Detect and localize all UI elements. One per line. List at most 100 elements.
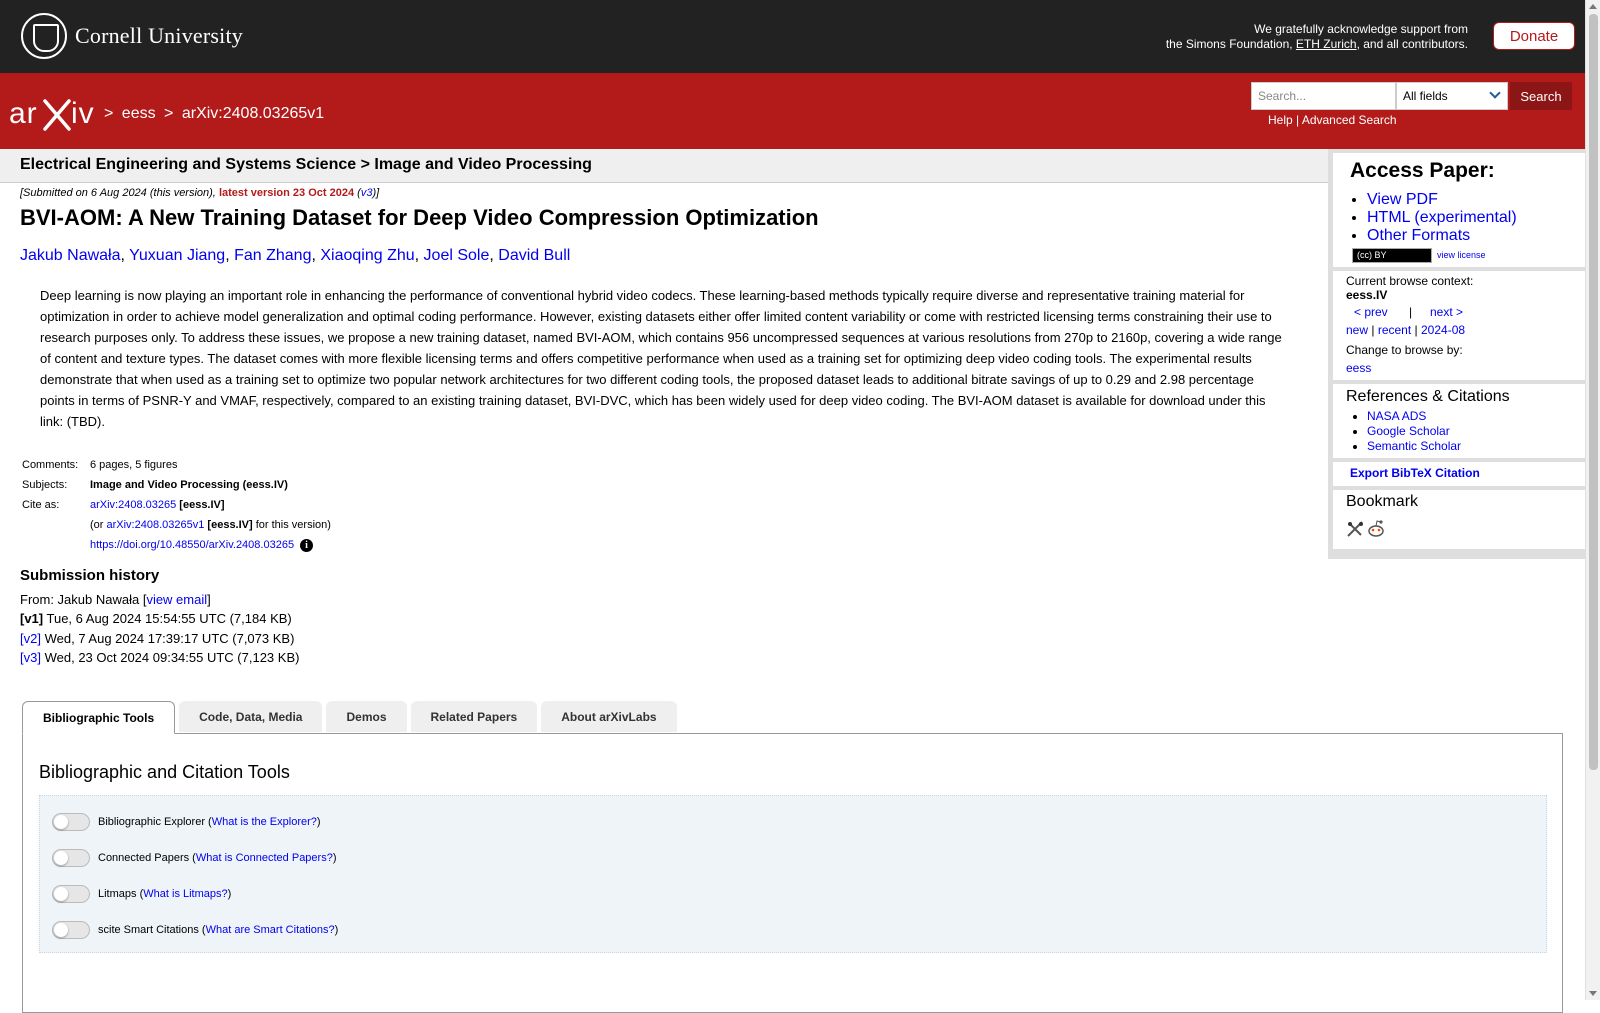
browse-context-label: Current browse context: (1346, 274, 1474, 288)
access-paper-heading: Access Paper: (1350, 159, 1495, 182)
access-link-item: View PDF (1367, 191, 1517, 209)
search-field-select[interactable]: All fields (1396, 82, 1508, 110)
version-date: Wed, 23 Oct 2024 09:34:55 UTC (7,123 KB) (44, 650, 300, 665)
v3-link[interactable]: v3 (361, 187, 373, 199)
cc-license-badge[interactable]: (cc) BY (1352, 248, 1432, 263)
search-links: Help | Advanced Search (1268, 113, 1397, 127)
arxiv-logo-icon[interactable]: ar iv (9, 93, 101, 135)
breadcrumb-category[interactable]: eess (122, 105, 156, 122)
tab-bibliographic-tools[interactable]: Bibliographic Tools (22, 701, 176, 734)
version-link[interactable]: [v3] (20, 650, 41, 665)
advanced-search-link[interactable]: Advanced Search (1302, 113, 1397, 127)
export-box: Export BibTeX Citation (1333, 462, 1585, 486)
toggle-switch[interactable] (52, 813, 90, 831)
tool-info-link[interactable]: What is Litmaps? (143, 888, 227, 900)
view-email-link[interactable]: view email (146, 592, 207, 607)
links-separator: | (1292, 113, 1302, 127)
search-field-selected: All fields (1403, 89, 1448, 103)
prev-link[interactable]: < prev (1354, 305, 1388, 319)
tab-code-data-media[interactable]: Code, Data, Media (179, 701, 323, 732)
author-link[interactable]: David Bull (498, 247, 570, 264)
submitter-line: From: Jakub Nawała [view email] (20, 590, 299, 610)
month-link[interactable]: 2024-08 (1421, 323, 1465, 337)
cite-version-value: (or arXiv:2408.03265v1 [eess.IV] for thi… (88, 515, 333, 535)
new-link[interactable]: new (1346, 323, 1368, 337)
scroll-down-icon[interactable] (1589, 991, 1597, 996)
cite-label: Cite as: (22, 499, 60, 511)
comments-value: 6 pages, 5 figures (90, 459, 178, 471)
latest-version: latest version 23 Oct 2024 (218, 187, 355, 199)
labs-tabs: Bibliographic Tools Code, Data, Media De… (22, 701, 677, 734)
metadata-table: Comments: 6 pages, 5 figures Subjects: I… (20, 455, 333, 555)
cite-link[interactable]: arXiv:2408.03265 (90, 499, 176, 511)
version-label: [v1] (20, 611, 44, 626)
tool-row: Bibliographic Explorer (What is the Expl… (52, 812, 321, 832)
html-link[interactable]: HTML (experimental) (1367, 209, 1517, 226)
toggle-switch[interactable] (52, 921, 90, 939)
info-icon[interactable]: i (300, 539, 314, 552)
breadcrumb-separator: > (164, 105, 174, 122)
empty-cell (20, 515, 88, 535)
tab-about-arxivlabs[interactable]: About arXivLabs (541, 701, 677, 732)
view-pdf-link[interactable]: View PDF (1367, 191, 1438, 208)
reddit-icon[interactable] (1366, 519, 1386, 539)
next-link[interactable]: next > (1430, 305, 1463, 319)
recent-link[interactable]: recent (1378, 323, 1411, 337)
export-bibtex-link[interactable]: Export BibTeX Citation (1350, 466, 1480, 480)
author-link[interactable]: Jakub Nawała (20, 247, 121, 264)
tool-info-link[interactable]: What is Connected Papers? (196, 852, 333, 864)
browse-context-value: eess.IV (1346, 288, 1388, 302)
other-formats-link[interactable]: Other Formats (1367, 227, 1470, 244)
bibsonomy-icon[interactable] (1346, 520, 1366, 538)
version-date: Wed, 7 Aug 2024 17:39:17 UTC (7,073 KB) (44, 630, 295, 646)
submitter-text: From: Jakub Nawała [ (20, 591, 147, 607)
scroll-thumb[interactable] (1589, 14, 1598, 770)
tool-row: Litmaps (What is Litmaps?) (52, 884, 231, 904)
doi-link[interactable]: https://doi.org/10.48550/arXiv.2408.0326… (90, 539, 294, 551)
version-row: [v2] Wed, 7 Aug 2024 17:39:17 UTC (7,073… (20, 629, 299, 649)
cite-row: Cite as: arXiv:2408.03265 [eess.IV] (20, 495, 333, 515)
semantic-scholar-link[interactable]: Semantic Scholar (1367, 439, 1461, 453)
toggle-switch[interactable] (52, 885, 90, 903)
nasa-ads-link[interactable]: NASA ADS (1367, 409, 1426, 423)
tool-info-link[interactable]: What are Smart Citations? (206, 924, 335, 936)
toggle-switch[interactable] (52, 849, 90, 867)
author-link[interactable]: Xiaoqing Zhu (320, 247, 414, 264)
scroll-up-icon[interactable] (1589, 4, 1597, 9)
version-link[interactable]: [v2] (20, 631, 41, 646)
search-input[interactable]: Search... (1251, 82, 1396, 110)
author-link[interactable]: Fan Zhang (234, 247, 311, 264)
tab-related-papers[interactable]: Related Papers (410, 701, 538, 732)
nav-separator: | (1414, 323, 1418, 337)
author-link[interactable]: Joel Sole (424, 247, 490, 264)
doi-row: https://doi.org/10.48550/arXiv.2408.0326… (20, 535, 333, 555)
support-line-2: the Simons Foundation, ETH Zurich, and a… (1166, 37, 1468, 52)
cite-v1-link[interactable]: arXiv:2408.03265v1 (107, 519, 205, 531)
subjects-value: Image and Video Processing (eess.IV) (88, 475, 333, 495)
tab-demos[interactable]: Demos (326, 701, 407, 732)
change-browse-label: Change to browse by: (1346, 343, 1463, 357)
donate-button[interactable]: Donate (1493, 22, 1575, 50)
version-row: [v3] Wed, 23 Oct 2024 09:34:55 UTC (7,12… (20, 648, 299, 668)
references-links: NASA ADS Google Scholar Semantic Scholar (1333, 409, 1461, 454)
cornell-logo[interactable]: Cornell University (21, 13, 243, 59)
submission-dates: [Submitted on 6 Aug 2024 (this version),… (20, 187, 379, 199)
search-button[interactable]: Search (1510, 82, 1572, 110)
nav-separator: | (1371, 323, 1375, 337)
tools-list: Bibliographic Explorer (What is the Expl… (39, 795, 1547, 953)
author-link[interactable]: Yuxuan Jiang (129, 247, 225, 264)
view-license-link[interactable]: view license (1437, 250, 1486, 260)
eth-zurich-link[interactable]: ETH Zurich (1296, 37, 1357, 51)
google-scholar-link[interactable]: Google Scholar (1367, 424, 1450, 438)
change-browse-link[interactable]: eess (1346, 361, 1371, 375)
prev-next-separator: | (1409, 305, 1413, 319)
subjects-primary: Image and Video Processing (eess.IV) (90, 479, 288, 491)
cornell-name: Cornell University (75, 23, 243, 48)
vertical-scrollbar[interactable] (1585, 0, 1600, 1000)
support-line-2-text: the Simons Foundation, (1165, 37, 1296, 51)
support-line-1: We gratefully acknowledge support from (1254, 22, 1468, 36)
cite-category: [eess.IV] (179, 499, 225, 511)
version-date: Tue, 6 Aug 2024 15:54:55 UTC (7,184 KB) (46, 611, 292, 626)
help-link[interactable]: Help (1268, 113, 1293, 127)
tool-info-link[interactable]: What is the Explorer? (212, 816, 317, 828)
